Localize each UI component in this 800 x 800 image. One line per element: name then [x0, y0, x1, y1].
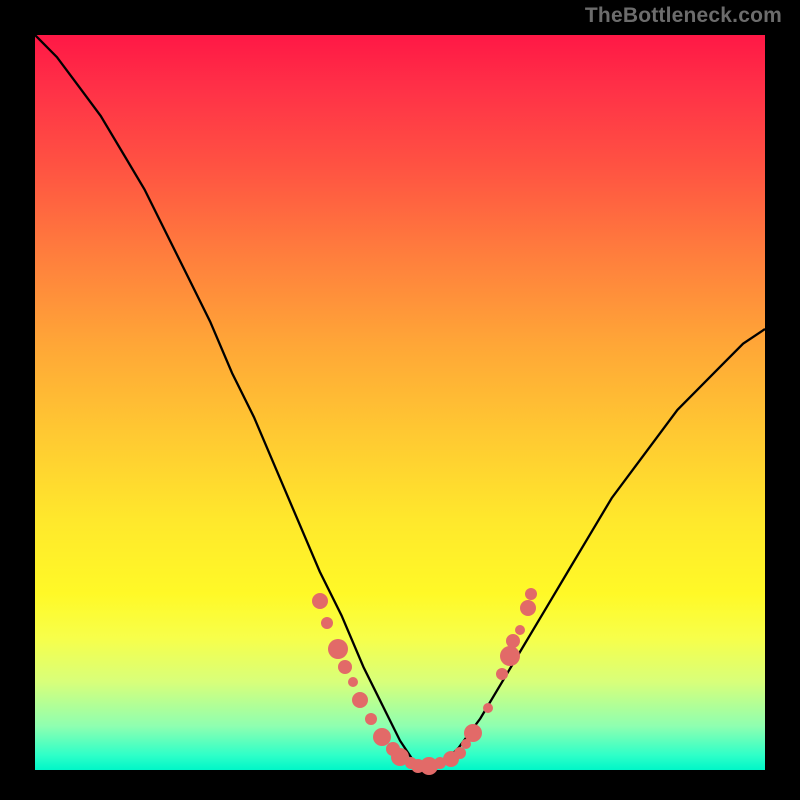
- highlight-dot: [365, 713, 377, 725]
- highlight-dot: [520, 600, 536, 616]
- highlight-dot: [464, 724, 482, 742]
- chart-frame: [35, 35, 765, 770]
- curve-svg: [35, 35, 765, 770]
- highlight-dot: [321, 617, 333, 629]
- highlight-dot: [515, 625, 525, 635]
- highlight-dot: [506, 634, 520, 648]
- highlight-dot: [483, 703, 493, 713]
- highlight-dot: [328, 639, 348, 659]
- bottleneck-curve: [35, 35, 765, 770]
- highlight-dot: [525, 588, 537, 600]
- highlight-dot: [312, 593, 328, 609]
- highlight-dot: [496, 668, 508, 680]
- highlight-dot: [500, 646, 520, 666]
- watermark-text: TheBottleneck.com: [585, 4, 782, 28]
- highlight-dot: [348, 677, 358, 687]
- highlight-dot: [352, 692, 368, 708]
- highlight-dot: [338, 660, 352, 674]
